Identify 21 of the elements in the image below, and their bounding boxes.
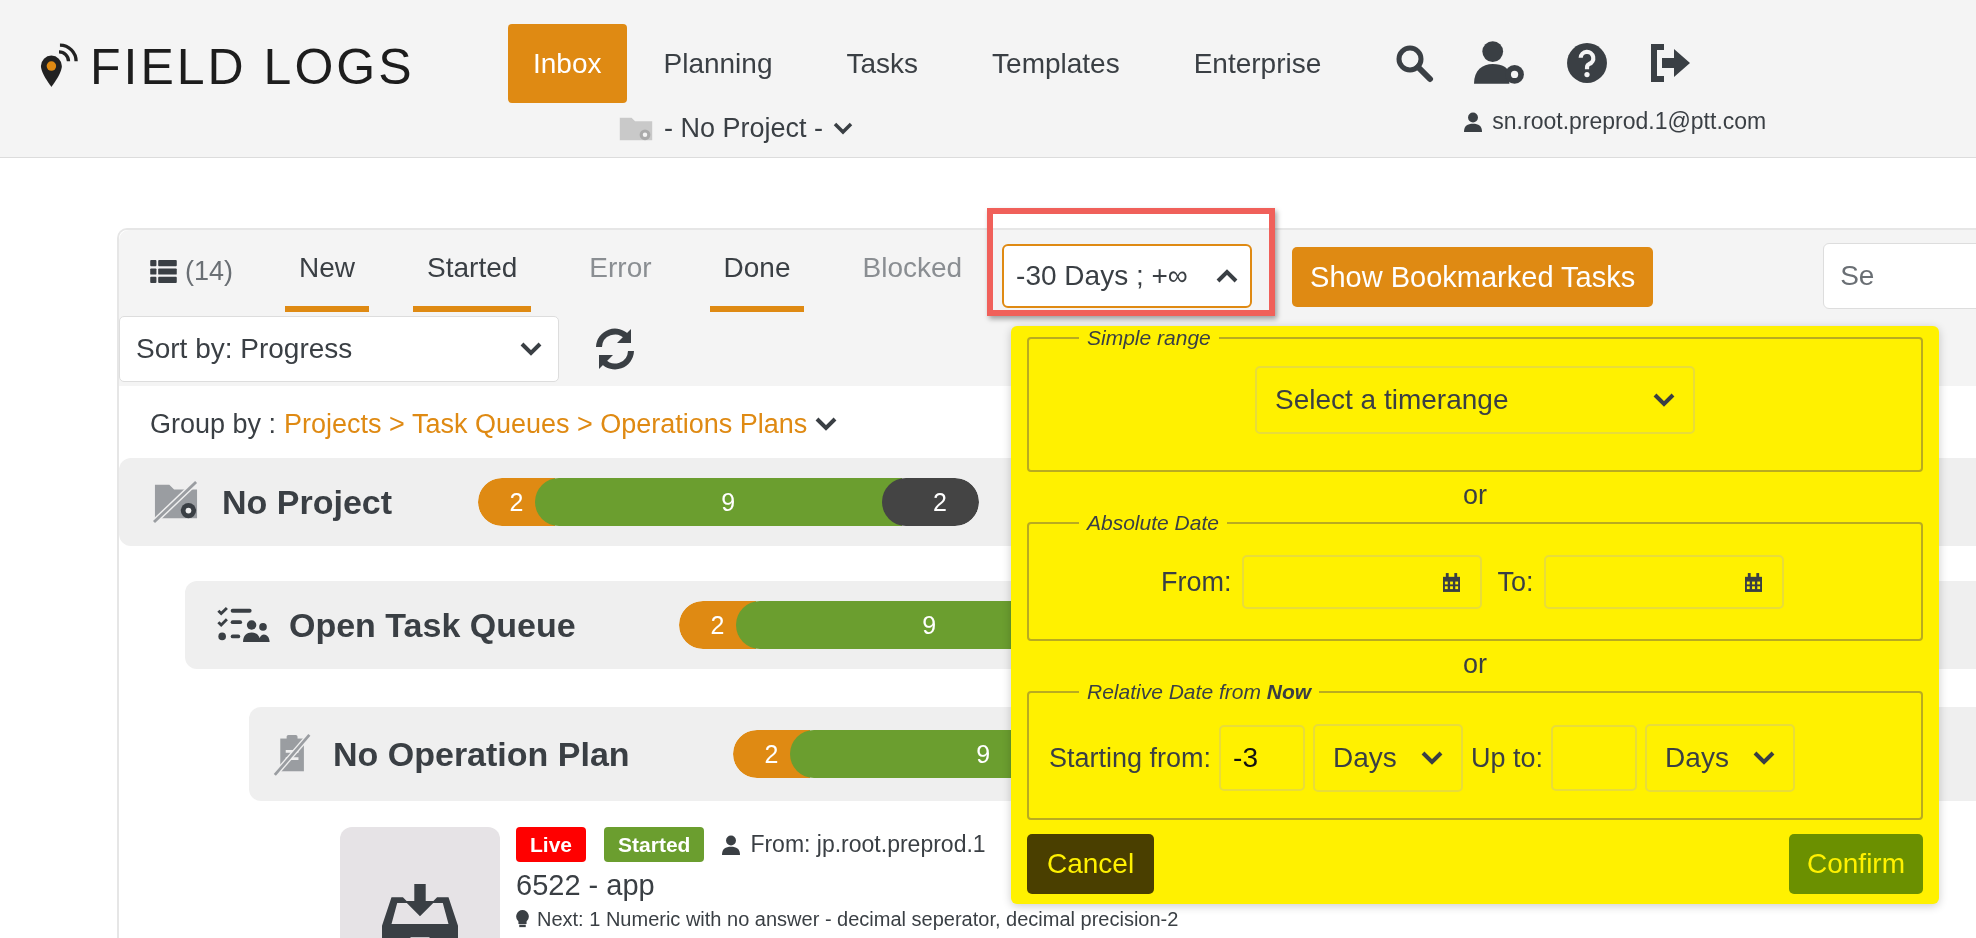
task-sender: From: jp.root.preprod.1 [750,831,986,858]
or-separator: or [1463,480,1487,511]
status-count: 9 [535,478,902,526]
group-title: No Project [222,482,394,522]
user-email: sn.root.preprod.1@ptt.com [1492,108,1767,135]
section-legend: Simple range [1079,326,1219,350]
to-label: To: [1497,566,1534,598]
or-separator: or [1463,649,1487,680]
next-step-text: Next: 1 Numeric with no answer - decimal seperator, decimal precision-2 [537,908,1179,930]
logo-text: FIELD LOGS [90,38,415,96]
up-to-label: Up to: [1471,742,1544,774]
group-by-label: Group by : [150,408,277,440]
group-title: Open Task Queue [289,605,577,645]
section-legend: Absolute Date [1079,511,1227,535]
status-badge: Started [604,827,705,862]
status-count: 2 [881,478,979,526]
section-legend: Relative Date from Now [1079,680,1320,704]
status-badge: Live [516,827,587,862]
task-count: (14) [185,255,233,287]
from-label: From: [1161,566,1232,598]
group-title: No Operation Plan [333,734,631,774]
